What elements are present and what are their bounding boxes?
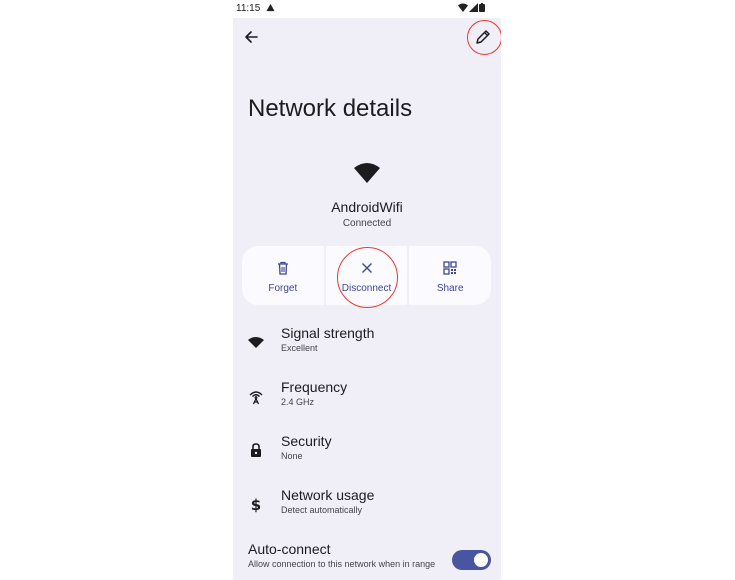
signal-status-icon xyxy=(469,3,478,12)
connection-status: Connected xyxy=(342,218,392,229)
frequency-row[interactable]: Frequency 2.4 GHz xyxy=(233,379,501,419)
lock-icon xyxy=(247,441,265,459)
close-icon xyxy=(361,263,372,273)
trash-icon xyxy=(277,261,288,275)
frequency-title: Frequency xyxy=(281,379,348,395)
svg-text:$: $ xyxy=(251,496,261,513)
frequency-value: 2.4 GHz xyxy=(281,397,315,407)
qr-code-icon xyxy=(443,261,457,275)
network-name: AndroidWifi xyxy=(331,199,403,215)
antenna-icon xyxy=(247,387,265,405)
toggle-knob xyxy=(474,553,488,567)
signal-strength-row[interactable]: Signal strength Excellent xyxy=(233,325,501,365)
signal-strength-value: Excellent xyxy=(281,343,318,353)
wifi-icon xyxy=(247,333,265,351)
action-buttons: Forget Disconnect Share xyxy=(242,246,491,305)
forget-button[interactable]: Forget xyxy=(242,246,324,305)
battery-status-icon xyxy=(479,3,485,12)
share-label: Share xyxy=(436,283,464,294)
pencil-icon xyxy=(476,30,490,44)
signal-strength-title: Signal strength xyxy=(281,325,375,341)
disconnect-label: Disconnect xyxy=(341,283,392,294)
status-icons xyxy=(458,3,485,12)
dollar-icon: $ xyxy=(247,495,265,514)
security-title: Security xyxy=(281,433,332,449)
page-title: Network details xyxy=(248,95,413,122)
wifi-icon xyxy=(354,162,380,184)
share-button[interactable]: Share xyxy=(409,246,491,305)
back-button[interactable] xyxy=(241,27,261,47)
status-bar: 11:15 xyxy=(233,0,501,18)
disconnect-button[interactable]: Disconnect xyxy=(325,246,408,305)
security-value: None xyxy=(281,451,303,461)
network-usage-value: Detect automatically xyxy=(281,505,363,515)
arrow-back-icon xyxy=(245,31,258,43)
network-usage-title: Network usage xyxy=(281,487,375,503)
auto-connect-title: Auto-connect xyxy=(248,541,331,557)
status-time: 11:15 xyxy=(236,3,261,14)
security-row[interactable]: Security None xyxy=(233,433,501,473)
edit-button[interactable] xyxy=(473,27,493,47)
auto-connect-toggle[interactable] xyxy=(452,550,491,570)
phone-screen: 11:15 Network details AndroidWifi Connec… xyxy=(233,0,501,580)
network-usage-row[interactable]: $ Network usage Detect automatically xyxy=(233,487,501,527)
warning-icon xyxy=(266,3,275,15)
forget-label: Forget xyxy=(268,283,298,294)
wifi-status-icon xyxy=(458,3,468,12)
auto-connect-subtitle: Allow connection to this network when in… xyxy=(248,559,436,569)
